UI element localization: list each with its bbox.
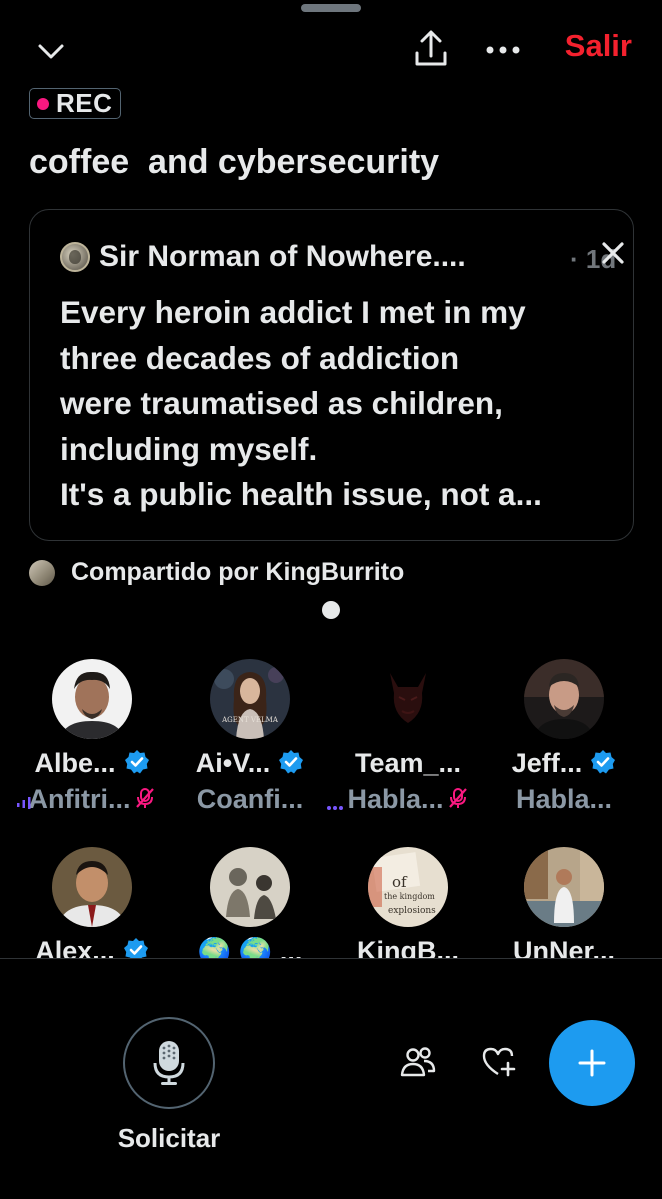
close-icon[interactable] [600,240,626,271]
post-line: including myself. [60,430,318,467]
request-label: Solicitar [117,1123,221,1153]
space-title: coffee and cybersecurity [29,143,440,181]
participant-name: Jeff... [484,748,644,782]
avatar [368,659,448,739]
recording-badge: REC [29,88,122,119]
post-text: Every heroin addict I met in my three de… [60,290,620,518]
participant-name: Ai•V... [170,748,330,782]
microphone-icon [153,1041,185,1085]
avatar-caption: the kingdom [384,892,435,901]
avatar-caption: explosions [388,906,436,916]
mic-off-icon [134,786,156,817]
recording-label: REC [56,88,113,118]
verified-badge-icon [278,749,304,782]
sheet-grabber[interactable] [301,4,361,12]
participant-card[interactable]: Jeff... Habla... [484,650,644,820]
chevron-down-icon[interactable] [30,34,72,70]
space-sheet: Salir REC coffee and cybersecurity Sir N… [0,0,662,1199]
recording-dot-icon [37,97,49,110]
leave-button[interactable]: Salir [565,28,632,64]
avatar: of the kingdom explosions [368,847,448,927]
participant-card[interactable]: of the kingdom explosions KingB... [328,838,488,958]
participant-card[interactable]: Albe... Anfitri... [12,650,172,820]
participant-name: Team_... [354,748,462,778]
participant-role: Coanfi... [196,784,304,814]
pinned-post-card[interactable]: Sir Norman of Nowhere.... · 1d Every her… [29,209,634,541]
avatar [524,659,604,739]
participants-grid: Albe... Anfitri... AGENT VELMA Ai•V... C… [0,650,662,958]
post-author: Sir Norman of Nowhere.... [99,240,466,273]
post-line: Every heroin addict I met in my [60,294,526,330]
participant-card[interactable]: Alex... [12,838,172,958]
request-mic-button[interactable] [123,1017,215,1109]
footer-divider [0,958,662,959]
participant-card[interactable]: AGENT VELMA Ai•V... Coanfi... [170,650,343,820]
author-avatar [60,242,90,272]
participant-name: Albe... [12,748,172,782]
participant-name: 🌍 🌍 ... [197,937,303,958]
page-indicator-dot [322,601,340,619]
avatar-caption: AGENT VELMA [221,716,279,724]
shared-by-text: Compartido por KingBurrito [71,558,405,586]
mic-off-icon [447,786,469,817]
heart-add-icon[interactable] [476,1040,522,1084]
verified-badge-icon [123,937,149,958]
participant-role: Habla... [515,784,613,814]
verified-badge-icon [590,749,616,782]
share-icon[interactable] [408,26,454,72]
sharer-avatar [29,559,55,586]
participant-card[interactable]: Team_... Habla... [328,650,488,820]
avatar-caption: of [392,873,408,891]
participant-name: UnNer... [512,936,616,958]
avatar: AGENT VELMA [210,659,290,739]
participant-card[interactable]: UnNer... [484,838,644,958]
participant-name: Alex... [12,936,172,958]
participant-name: KingB... [357,936,459,958]
speaking-indicator-icon [16,796,32,815]
avatar [52,659,132,739]
participant-card[interactable]: 🌍 🌍 ... [170,838,330,958]
participant-role: Habla... [328,784,488,817]
participant-role: Anfitri... [12,784,172,817]
people-icon[interactable] [395,1040,441,1084]
post-line: It's a public health issue, not a... [60,476,542,512]
post-line: three decades of addiction [60,339,460,376]
add-button[interactable] [549,1020,635,1106]
plus-icon [578,1049,606,1077]
verified-badge-icon [124,749,150,782]
more-icon[interactable] [480,30,526,70]
avatar [210,847,290,927]
avatar [524,847,604,927]
avatar [52,847,132,927]
shared-by[interactable]: Compartido por KingBurrito [29,558,404,587]
post-line: were traumatised as children, [60,385,503,421]
